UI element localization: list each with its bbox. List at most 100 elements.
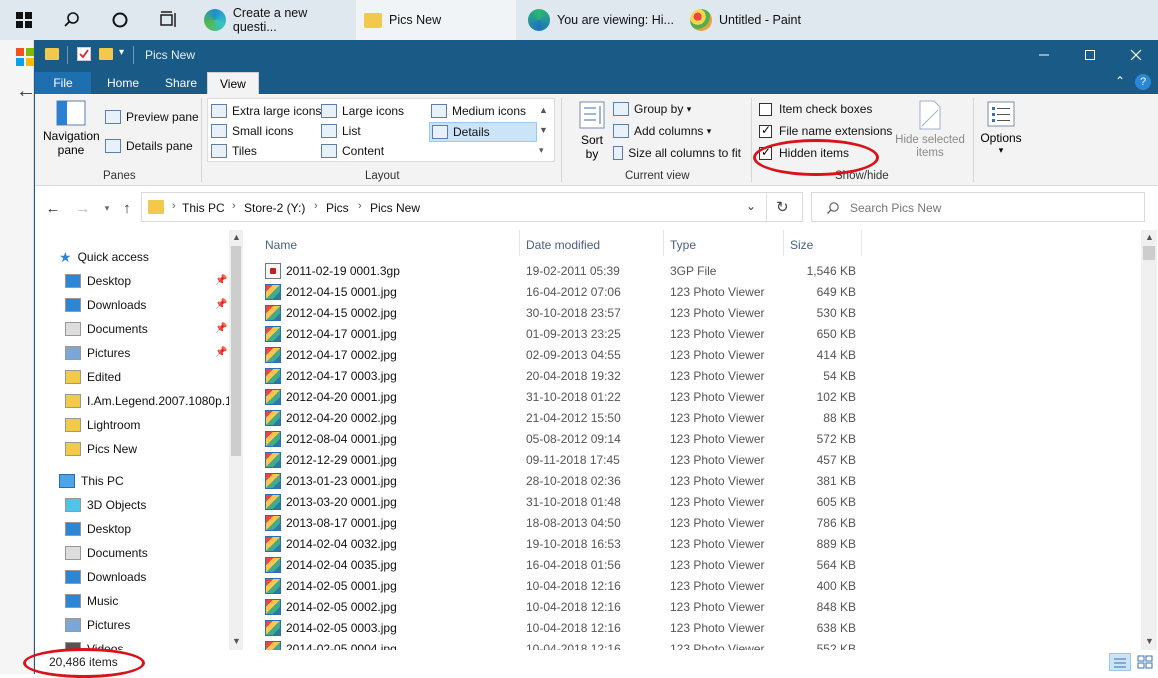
breadcrumb-pics[interactable]: Pics bbox=[326, 201, 349, 215]
column-divider[interactable] bbox=[861, 230, 862, 256]
column-header-date-modified[interactable]: Date modified bbox=[526, 238, 600, 252]
breadcrumb-pics-new[interactable]: Pics New bbox=[370, 201, 420, 215]
scrollbar-thumb[interactable] bbox=[1143, 246, 1155, 260]
layout-tiles[interactable]: Tiles bbox=[211, 144, 257, 158]
refresh-icon[interactable]: ↻ bbox=[776, 198, 789, 216]
recent-locations-chevron-icon[interactable]: ▾ bbox=[97, 198, 117, 218]
search-icon[interactable] bbox=[48, 0, 96, 40]
breadcrumb-chevron-icon[interactable]: › bbox=[358, 200, 362, 212]
table-row[interactable]: 2013-03-20 0001.jpg 31-10-2018 01:48 123 P… bbox=[257, 491, 857, 512]
preview-pane-button[interactable]: Preview pane bbox=[105, 110, 199, 124]
address-bar[interactable]: › This PC › Store-2 (Y:) › Pics › Pics N… bbox=[141, 192, 803, 222]
layout-content[interactable]: Content bbox=[321, 144, 384, 158]
pin-icon[interactable]: 📌 bbox=[215, 299, 227, 310]
tab-home[interactable]: Home bbox=[95, 72, 151, 94]
sidebar-item-quick-access-entry[interactable]: Edited bbox=[65, 366, 121, 388]
group-by-button[interactable]: Group by ▾ bbox=[613, 102, 691, 116]
breadcrumb-chevron-icon[interactable]: › bbox=[232, 200, 236, 212]
new-folder-icon[interactable] bbox=[99, 48, 113, 60]
item-check-boxes-checkbox[interactable]: Item check boxes bbox=[759, 102, 872, 116]
breadcrumb-chevron-icon[interactable]: › bbox=[172, 200, 176, 212]
sort-by-button[interactable]: Sort by bbox=[575, 100, 609, 161]
column-header-size[interactable]: Size bbox=[790, 238, 813, 252]
tab-file[interactable]: File bbox=[35, 72, 91, 94]
table-row[interactable]: 2014-02-04 0035.jpg 16-04-2018 01:56 123 P… bbox=[257, 554, 857, 575]
sidebar-item-this-pc-entry[interactable]: Music bbox=[65, 590, 118, 612]
pin-icon[interactable]: 📌 bbox=[215, 347, 227, 358]
details-pane-button[interactable]: Details pane bbox=[105, 139, 193, 153]
table-row[interactable]: 2012-04-15 0001.jpg 16-04-2012 07:06 123 P… bbox=[257, 281, 857, 302]
column-header-type[interactable]: Type bbox=[670, 238, 696, 252]
column-divider[interactable] bbox=[783, 230, 784, 256]
table-row[interactable]: 2012-08-04 0001.jpg 05-08-2012 09:14 123 P… bbox=[257, 428, 857, 449]
cortana-icon[interactable] bbox=[96, 0, 144, 40]
add-columns-button[interactable]: Add columns ▾ bbox=[613, 124, 711, 138]
pin-icon[interactable]: 📌 bbox=[215, 323, 227, 334]
table-row[interactable]: 2012-04-20 0002.jpg 21-04-2012 15:50 123 P… bbox=[257, 407, 857, 428]
scroll-up-arrow-icon[interactable]: ▲ bbox=[1145, 232, 1154, 242]
taskbar-app-explorer[interactable]: Pics New bbox=[356, 0, 516, 40]
table-row[interactable]: 2014-02-05 0001.jpg 10-04-2018 12:16 123 P… bbox=[257, 575, 857, 596]
file-name-extensions-checkbox[interactable]: File name extensions bbox=[759, 123, 892, 138]
file-list-scrollbar[interactable]: ▲ ▼ bbox=[1141, 230, 1157, 650]
sidebar-item-quick-access-entry[interactable]: Lightroom bbox=[65, 414, 140, 436]
back-arrow-icon[interactable]: ← bbox=[16, 80, 36, 103]
taskbar-app-edge-dev[interactable]: You are viewing: Hi... bbox=[520, 0, 680, 40]
breadcrumb-drive[interactable]: Store-2 (Y:) bbox=[244, 201, 305, 215]
table-row[interactable]: 2014-02-05 0004.jpg 10-04-2018 12:16 123 P… bbox=[257, 638, 857, 650]
quick-access-toolbar-dropdown-icon[interactable]: ▾ bbox=[119, 47, 124, 58]
hide-selected-items-button[interactable]: Hide selected items bbox=[893, 100, 967, 160]
layout-list[interactable]: List bbox=[321, 124, 361, 138]
scrollbar-thumb[interactable] bbox=[231, 246, 241, 456]
table-row[interactable]: 2012-12-29 0001.jpg 09-11-2018 17:45 123 P… bbox=[257, 449, 857, 470]
layout-small-icons[interactable]: Small icons bbox=[211, 124, 293, 138]
sidebar-item-this-pc-entry[interactable]: Downloads bbox=[65, 566, 146, 588]
column-divider[interactable] bbox=[663, 230, 664, 256]
table-row[interactable]: 2012-04-17 0002.jpg 02-09-2013 04:55 123 P… bbox=[257, 344, 857, 365]
layout-medium-icons[interactable]: Medium icons bbox=[431, 104, 526, 118]
layout-details[interactable]: Details bbox=[429, 122, 537, 142]
breadcrumb-this-pc[interactable]: This PC bbox=[182, 201, 225, 215]
layout-gallery-scroll[interactable]: ▲ ▼ ▾ bbox=[539, 100, 548, 160]
table-row[interactable]: 2014-02-05 0002.jpg 10-04-2018 12:16 123 P… bbox=[257, 596, 857, 617]
task-view-icon[interactable] bbox=[144, 0, 192, 40]
scroll-down-arrow-icon[interactable]: ▼ bbox=[1145, 636, 1154, 646]
tab-share[interactable]: Share bbox=[153, 72, 209, 94]
collapse-ribbon-icon[interactable]: ⌃ bbox=[1115, 74, 1125, 88]
sidebar-item-this-pc-entry[interactable]: Desktop bbox=[65, 518, 131, 540]
sidebar-item-this-pc-entry[interactable]: Pictures bbox=[65, 614, 130, 636]
back-arrow-icon[interactable]: ← bbox=[43, 198, 63, 218]
table-row[interactable]: 2011-02-19 0001.3gp 19-02-2011 05:39 3GP F… bbox=[257, 260, 857, 281]
sidebar-item-quick-access-entry[interactable]: Desktop bbox=[65, 270, 131, 292]
scroll-up-arrow-icon[interactable]: ▲ bbox=[232, 232, 241, 242]
table-row[interactable]: 2012-04-20 0001.jpg 31-10-2018 01:22 123 P… bbox=[257, 386, 857, 407]
table-row[interactable]: 2014-02-05 0003.jpg 10-04-2018 12:16 123 P… bbox=[257, 617, 857, 638]
navigation-pane-button[interactable]: Navigation pane bbox=[43, 100, 100, 162]
table-row[interactable]: 2012-04-17 0001.jpg 01-09-2013 23:25 123 P… bbox=[257, 323, 857, 344]
tab-view[interactable]: View bbox=[207, 72, 259, 94]
close-button[interactable] bbox=[1113, 40, 1158, 70]
pin-icon[interactable]: 📌 bbox=[215, 275, 227, 286]
windows-start-icon[interactable] bbox=[0, 0, 48, 40]
up-arrow-icon[interactable]: ↑ bbox=[117, 198, 137, 218]
table-row[interactable]: 2013-01-23 0001.jpg 28-10-2018 02:36 123 P… bbox=[257, 470, 857, 491]
column-header-name[interactable]: Name bbox=[265, 238, 297, 252]
forward-arrow-icon[interactable]: → bbox=[73, 198, 93, 218]
layout-large-icons[interactable]: Large icons bbox=[321, 104, 404, 118]
sidebar-item-quick-access-entry[interactable]: Downloads bbox=[65, 294, 146, 316]
table-row[interactable]: 2012-04-17 0003.jpg 20-04-2018 19:32 123 P… bbox=[257, 365, 857, 386]
size-all-columns-button[interactable]: Size all columns to fit bbox=[613, 146, 741, 160]
column-divider[interactable] bbox=[519, 230, 520, 256]
sidebar-item-this-pc[interactable]: This PC bbox=[59, 470, 124, 492]
properties-icon[interactable] bbox=[77, 47, 91, 61]
table-row[interactable]: 2014-02-04 0032.jpg 19-10-2018 16:53 123 P… bbox=[257, 533, 857, 554]
large-icons-view-icon[interactable] bbox=[1135, 653, 1155, 671]
scroll-down-arrow-icon[interactable]: ▼ bbox=[232, 636, 241, 646]
taskbar-app-paint[interactable]: Untitled - Paint bbox=[682, 0, 842, 40]
minimize-button[interactable] bbox=[1021, 40, 1067, 70]
help-icon[interactable]: ? bbox=[1135, 74, 1151, 90]
options-button[interactable]: Options ▾ bbox=[979, 100, 1023, 156]
sidebar-item-quick-access[interactable]: ★ Quick access bbox=[59, 246, 149, 268]
details-view-icon[interactable] bbox=[1109, 653, 1131, 671]
maximize-button[interactable] bbox=[1067, 40, 1113, 70]
